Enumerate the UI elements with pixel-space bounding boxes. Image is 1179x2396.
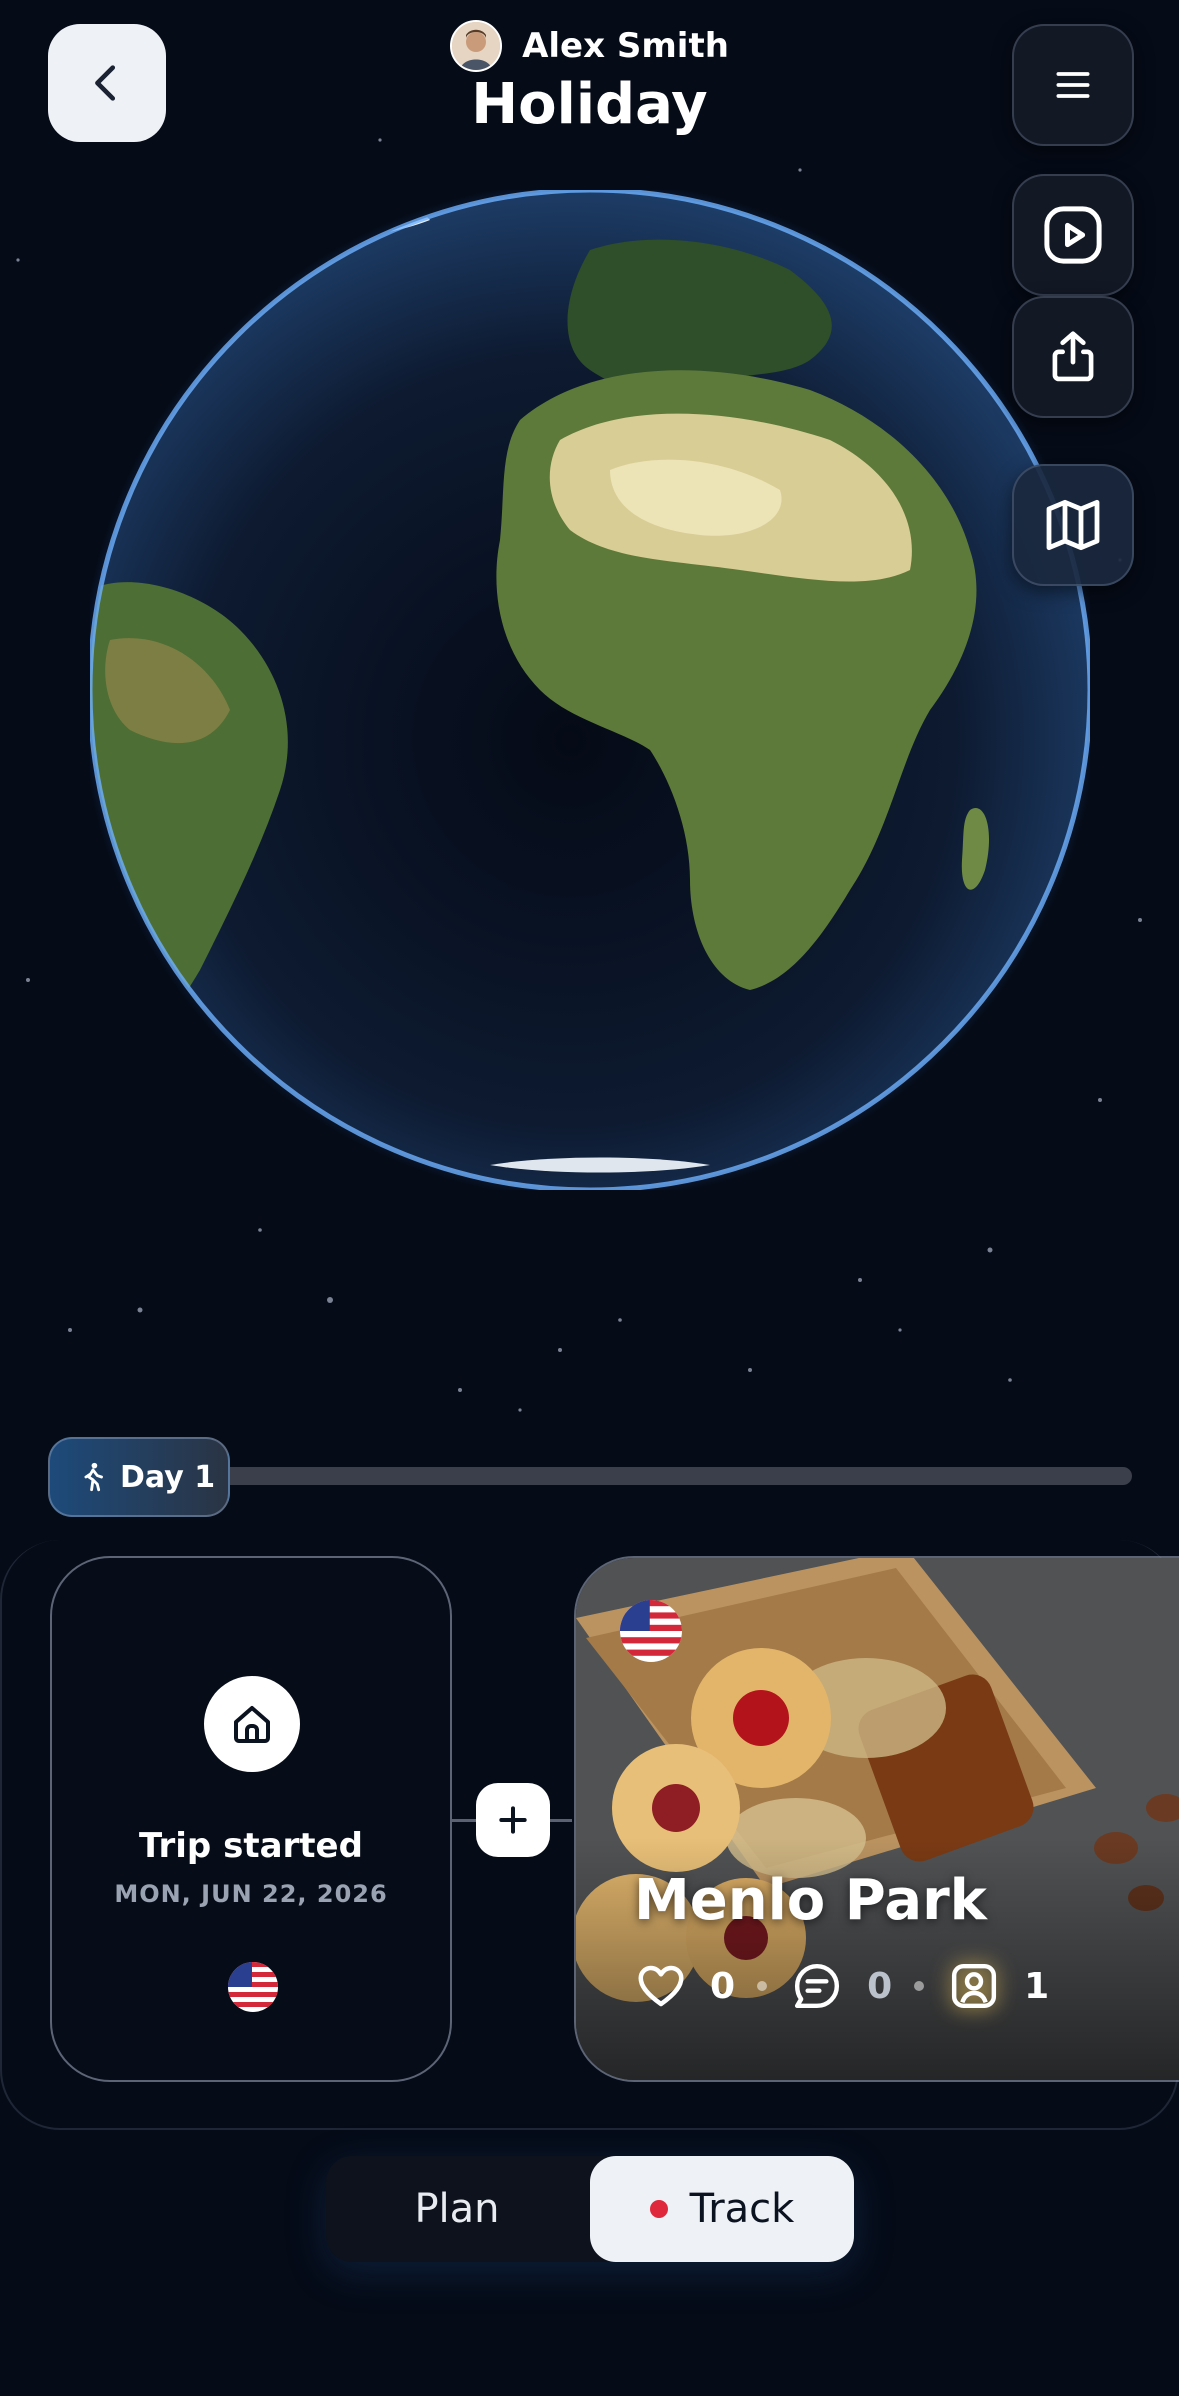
place-card[interactable]: Menlo Park 0 0 1 bbox=[574, 1556, 1179, 2082]
trip-start-title: Trip started bbox=[139, 1826, 363, 1866]
hamburger-menu-icon bbox=[1056, 72, 1090, 98]
map-button[interactable] bbox=[1012, 464, 1134, 586]
separator-dot bbox=[757, 1981, 768, 1991]
home-icon bbox=[234, 1706, 270, 1743]
comment-icon[interactable] bbox=[789, 1958, 845, 2014]
tab-track-label: Track bbox=[689, 2186, 795, 2232]
play-icon bbox=[1044, 206, 1102, 264]
page-title: Holiday bbox=[471, 72, 708, 137]
share-button[interactable] bbox=[1012, 296, 1134, 418]
recording-dot-icon bbox=[649, 2200, 668, 2218]
comments-count: 0 bbox=[867, 1965, 893, 2007]
play-button[interactable] bbox=[1012, 174, 1134, 296]
likes-count: 0 bbox=[710, 1965, 736, 2007]
trip-owner: Alex Smith bbox=[0, 20, 1179, 72]
tab-track[interactable]: Track bbox=[590, 2156, 854, 2262]
day-selector[interactable]: Day 1 bbox=[48, 1437, 230, 1517]
menu-button[interactable] bbox=[1012, 24, 1134, 146]
walking-person-icon bbox=[84, 1462, 103, 1492]
avatar bbox=[450, 20, 503, 72]
plus-icon bbox=[499, 1806, 527, 1834]
place-stats: 0 0 1 bbox=[634, 1958, 1049, 2014]
tab-plan-label: Plan bbox=[414, 2186, 500, 2232]
globe-view[interactable] bbox=[80, 180, 1100, 1200]
home-badge bbox=[204, 1676, 300, 1772]
tab-plan[interactable]: Plan bbox=[326, 2156, 588, 2262]
us-flag-icon bbox=[228, 1962, 278, 2012]
heart-icon[interactable] bbox=[634, 1959, 688, 2013]
day-label: Day 1 bbox=[120, 1459, 216, 1495]
us-flag-icon bbox=[620, 1600, 682, 1662]
separator-dot bbox=[914, 1981, 925, 1991]
mode-switch: Plan Track bbox=[326, 2156, 854, 2262]
trip-start-date: MON, JUN 22, 2026 bbox=[114, 1880, 388, 1908]
day-progress-track[interactable] bbox=[220, 1467, 1132, 1485]
photos-count: 1 bbox=[1024, 1965, 1050, 2007]
trip-start-card[interactable]: Trip started MON, JUN 22, 2026 bbox=[50, 1556, 452, 2082]
place-name: Menlo Park bbox=[634, 1868, 987, 1933]
user-name: Alex Smith bbox=[522, 26, 729, 66]
share-icon bbox=[1052, 331, 1094, 382]
add-stop-button[interactable] bbox=[476, 1783, 550, 1857]
photo-icon[interactable] bbox=[946, 1958, 1002, 2014]
map-icon bbox=[1046, 499, 1100, 551]
